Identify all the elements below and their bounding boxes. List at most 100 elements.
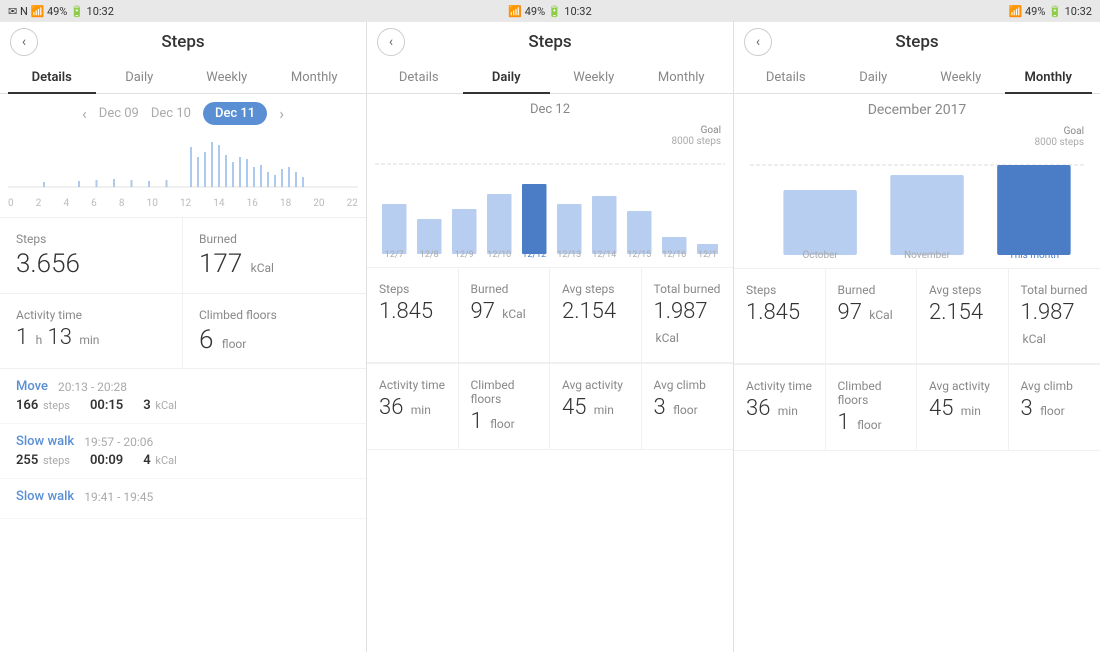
panel-3-tabs: Details Daily Weekly Monthly [734, 62, 1100, 94]
p3-act-time-value: 36 min [746, 397, 813, 421]
p2-floors: Climbed floors 1 floor [459, 364, 551, 449]
activity-entry-2: Slow walk 19:57 - 20:06 255 steps 00:09 … [0, 424, 366, 479]
panel-1-back-button[interactable]: ‹ [10, 28, 38, 56]
activity-3-type: Slow walk [16, 489, 74, 504]
panel-3-stats-1: Steps 1.845 Burned 97 kCal Avg steps 2.1… [734, 268, 1100, 364]
date-current-1: Dec 10 [151, 106, 191, 121]
chart-axis-1: 0246810 121416182022 [8, 198, 358, 209]
panel-2: ‹ Steps Details Daily Weekly Monthly Dec… [367, 22, 734, 652]
activity-3-header: Slow walk 19:41 - 19:45 [16, 489, 350, 504]
activity-time-label: Activity time [16, 308, 166, 322]
panel-1-title: Steps [161, 32, 204, 52]
panel-1-tabs: Details Daily Weekly Monthly [0, 62, 366, 94]
activity-1-range: 20:13 - 20:28 [58, 380, 127, 394]
p2-steps: Steps 1.845 [367, 268, 459, 363]
tab-details-3[interactable]: Details [742, 62, 830, 93]
steps-stat: Steps 3.656 [0, 218, 183, 294]
tab-monthly-1[interactable]: Monthly [271, 62, 359, 93]
p3-avg-act-value: 45 min [929, 397, 996, 421]
tab-monthly-2[interactable]: Monthly [638, 62, 726, 93]
status-icons-right: 📶 49% 🔋 10:32 [1009, 5, 1092, 18]
panel-2-stats-2: Activity time 36 min Climbed floors 1 fl… [367, 363, 733, 449]
status-icons-center: 📶 49% 🔋 10:32 [508, 5, 591, 18]
p3-avg-steps: Avg steps 2.154 [917, 269, 1009, 364]
svg-text:12/13: 12/13 [557, 250, 581, 259]
p2-avg-steps-value: 2.154 [562, 300, 629, 324]
bar-chart-daily: 12/7 12/8 12/9 12/10 12/12 12/13 12/14 1… [375, 149, 725, 259]
p3-total-burned-value: 1.987 kCal [1021, 301, 1089, 349]
tab-weekly-2[interactable]: Weekly [550, 62, 638, 93]
panel-2-header: ‹ Steps [367, 22, 733, 62]
svg-text:12/14: 12/14 [592, 250, 616, 259]
p3-avg-climb: Avg climb 3 floor [1009, 365, 1100, 450]
tab-daily-1[interactable]: Daily [96, 62, 184, 93]
panel-2-back-button[interactable]: ‹ [377, 28, 405, 56]
p2-avg-act: Avg activity 45 min [550, 364, 642, 449]
steps-label: Steps [16, 232, 166, 246]
goal-label-2: Goal [375, 125, 725, 136]
floors-label: Climbed floors [199, 308, 350, 322]
svg-text:12/1: 12/1 [698, 250, 717, 259]
burned-label: Burned [199, 232, 350, 246]
panel-3-stats-2: Activity time 36 min Climbed floors 1 fl… [734, 364, 1100, 450]
panel-3: ‹ Steps Details Daily Weekly Monthly Dec… [734, 22, 1100, 652]
act2-kcal: 4 kCal [143, 453, 177, 468]
activity-2-stats: 255 steps 00:09 4 kCal [16, 453, 350, 468]
p2-avg-climb: Avg climb 3 floor [642, 364, 734, 449]
tab-weekly-1[interactable]: Weekly [183, 62, 271, 93]
goal-steps-3: 8000 steps [750, 137, 1084, 148]
panel-3-month: December 2017 [734, 94, 1100, 126]
panel-1-date-nav: ‹ Dec 09 Dec 10 Dec 11 › [0, 94, 366, 133]
activity-2-type: Slow walk [16, 434, 74, 449]
svg-text:12/16: 12/16 [662, 250, 686, 259]
panel-3-chart-container: Goal 8000 steps October November This mo… [734, 126, 1100, 268]
act1-steps: 166 steps [16, 398, 70, 413]
panel-3-header: ‹ Steps [734, 22, 1100, 62]
burned-stat: Burned 177 kCal [183, 218, 366, 294]
tab-weekly-3[interactable]: Weekly [917, 62, 1005, 93]
p2-avg-act-value: 45 min [562, 396, 629, 420]
next-arrow-1[interactable]: › [279, 104, 284, 123]
panel-1: ‹ Steps Details Daily Weekly Monthly ‹ D… [0, 22, 367, 652]
act1-duration: 00:15 [90, 398, 123, 413]
date-prev-1: Dec 09 [99, 106, 139, 121]
svg-text:October: October [802, 250, 838, 260]
activity-1-header: Move 20:13 - 20:28 [16, 379, 350, 394]
act2-steps: 255 steps [16, 453, 70, 468]
p3-floors-value: 1 floor [838, 411, 905, 435]
panel-1-activity-list: Move 20:13 - 20:28 166 steps 00:15 3 kCa… [0, 369, 366, 652]
tab-monthly-3[interactable]: Monthly [1005, 62, 1093, 93]
activity-1-type: Move [16, 379, 48, 394]
p3-steps: Steps 1.845 [734, 269, 826, 364]
burned-value: 177 kCal [199, 250, 350, 279]
p2-total-burned-value: 1.987 kCal [654, 300, 722, 348]
status-bar: ✉ N 📶 49% 🔋 10:32 📶 49% 🔋 10:32 📶 49% 🔋 … [0, 0, 1100, 22]
p3-steps-value: 1.845 [746, 301, 813, 325]
activity-entry-3: Slow walk 19:41 - 19:45 [0, 479, 366, 519]
panel-2-title: Steps [528, 32, 571, 52]
p3-avg-steps-value: 2.154 [929, 301, 996, 325]
status-icons-left: ✉ N 📶 49% 🔋 10:32 [8, 5, 114, 18]
main-panels: ‹ Steps Details Daily Weekly Monthly ‹ D… [0, 22, 1100, 652]
status-left: ✉ N 📶 49% 🔋 10:32 [8, 5, 369, 18]
goal-label-3: Goal [750, 126, 1084, 137]
panel-1-stats: Steps 3.656 Burned 177 kCal Activity tim… [0, 217, 366, 369]
tab-daily-2[interactable]: Daily [463, 62, 551, 93]
activity-3-range: 19:41 - 19:45 [84, 490, 153, 504]
p2-burned: Burned 97 kCal [459, 268, 551, 363]
tab-daily-3[interactable]: Daily [830, 62, 918, 93]
steps-value: 3.656 [16, 250, 166, 279]
panel-3-back-button[interactable]: ‹ [744, 28, 772, 56]
activity-2-header: Slow walk 19:57 - 20:06 [16, 434, 350, 449]
svg-text:12/12: 12/12 [522, 250, 546, 259]
panel-1-header: ‹ Steps [0, 22, 366, 62]
p3-total-burned: Total burned 1.987 kCal [1009, 269, 1100, 364]
p2-act-time: Activity time 36 min [367, 364, 459, 449]
tab-details-2[interactable]: Details [375, 62, 463, 93]
panel-2-stats-1: Steps 1.845 Burned 97 kCal Avg steps 2.1… [367, 267, 733, 363]
tab-details-1[interactable]: Details [8, 62, 96, 93]
activity-time-stat: Activity time 1 h 13 min [0, 294, 183, 370]
prev-arrow-1[interactable]: ‹ [82, 104, 87, 123]
date-active-1[interactable]: Dec 11 [203, 102, 267, 125]
svg-text:12/8: 12/8 [420, 250, 439, 259]
